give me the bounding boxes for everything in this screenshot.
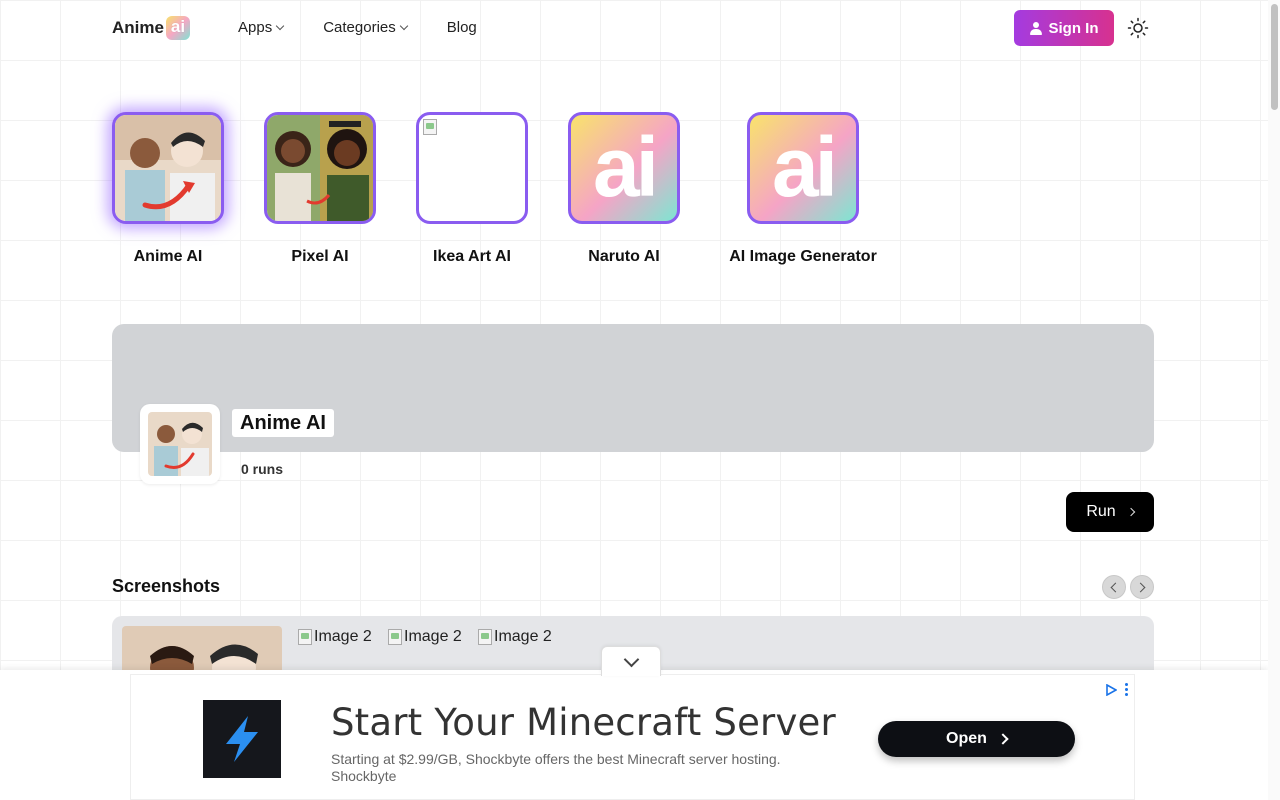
image-alt-text: Image 2 xyxy=(404,628,462,645)
ad-choices[interactable] xyxy=(1105,683,1128,696)
broken-image-icon xyxy=(423,119,437,135)
nav-categories-label: Categories xyxy=(323,19,396,36)
app-thumbnail xyxy=(264,112,376,224)
site-logo[interactable]: Anime ai xyxy=(112,16,190,40)
ad-advertiser: Shockbyte xyxy=(331,768,397,784)
chevron-down-icon xyxy=(275,21,285,30)
hero-app-thumbnail xyxy=(140,404,220,484)
run-count: 0 runs xyxy=(241,461,284,477)
theme-toggle-button[interactable] xyxy=(1127,17,1149,39)
kebab-menu-icon xyxy=(1125,683,1128,696)
image-alt-text: Image 2 xyxy=(314,628,372,645)
scrollbar-thumb[interactable] xyxy=(1271,4,1278,110)
app-pixel-ai[interactable]: Pixel AI xyxy=(264,112,376,266)
nav-apps[interactable]: Apps xyxy=(238,19,285,36)
logo-badge: ai xyxy=(165,16,190,40)
broken-image-icon xyxy=(388,629,402,645)
site-header: Anime ai Apps Categories Blog Sign In xyxy=(0,0,1268,56)
broken-image-icon xyxy=(478,629,492,645)
screenshots-prev-button[interactable] xyxy=(1102,575,1126,599)
shockbyte-logo[interactable] xyxy=(203,700,281,778)
screenshot-image-broken[interactable]: Image 2 xyxy=(478,628,552,646)
ad-collapse-button[interactable] xyxy=(601,646,661,676)
app-label: Anime AI xyxy=(133,248,203,265)
ad-headline[interactable]: Start Your Minecraft Server xyxy=(331,701,836,744)
app-label: Pixel AI xyxy=(291,248,349,265)
nav-blog[interactable]: Blog xyxy=(447,19,477,36)
nav-blog-label: Blog xyxy=(446,19,477,36)
chevron-down-icon xyxy=(399,21,408,30)
sun-icon xyxy=(1127,17,1149,39)
app-label: AI Image Generator xyxy=(729,248,877,265)
page-scrollbar[interactable] xyxy=(1268,0,1280,800)
app-ai-image-generator[interactable]: ai AI Image Generator xyxy=(728,112,878,266)
ad-description: Starting at $2.99/GB, Shockbyte offers t… xyxy=(331,751,781,767)
screenshot-image-broken[interactable]: Image 2 xyxy=(388,628,462,646)
app-label: Naruto AI xyxy=(588,248,660,265)
ad-open-button[interactable]: Open xyxy=(878,721,1075,757)
app-thumbnail xyxy=(112,112,224,224)
screenshots-next-button[interactable] xyxy=(1130,575,1154,599)
app-ikea-art-ai[interactable]: Ikea Art AI xyxy=(416,112,528,266)
run-button[interactable]: Run xyxy=(1066,492,1154,532)
screenshot-image-broken[interactable]: Image 2 xyxy=(298,628,372,646)
app-thumbnail-ai-logo: ai xyxy=(747,112,859,224)
chevron-right-icon xyxy=(1126,507,1135,517)
nav-apps-label: Apps xyxy=(238,19,273,36)
broken-image-icon xyxy=(298,629,312,645)
sign-in-button[interactable]: Sign In xyxy=(1014,10,1114,46)
sign-in-label: Sign In xyxy=(1048,19,1099,37)
app-naruto-ai[interactable]: ai Naruto AI xyxy=(568,112,680,266)
lightning-bolt-icon xyxy=(226,716,258,762)
app-anime-ai[interactable]: Anime AI xyxy=(112,112,224,266)
hero-title: Anime AI xyxy=(232,409,334,437)
app-label: Ikea Art AI xyxy=(433,248,511,265)
app-picker: Anime AI Pixel AI Ikea Art AI ai Naruto … xyxy=(0,112,1268,272)
app-thumbnail-ai-logo: ai xyxy=(568,112,680,224)
adchoices-icon xyxy=(1106,683,1117,696)
ai-logo-text: ai xyxy=(592,120,659,214)
app-thumbnail-broken xyxy=(416,112,528,224)
ai-logo-text: ai xyxy=(771,120,838,214)
screenshots-heading: Screenshots xyxy=(112,576,221,596)
ad-open-label: Open xyxy=(946,730,987,747)
ad-content[interactable]: Start Your Minecraft Server Starting at … xyxy=(130,674,1135,800)
chevron-right-icon xyxy=(997,733,1009,745)
ad-banner: Start Your Minecraft Server Starting at … xyxy=(0,670,1268,800)
logo-text: Anime xyxy=(112,18,164,37)
nav-categories[interactable]: Categories xyxy=(323,19,408,36)
user-icon xyxy=(1029,21,1042,35)
run-label: Run xyxy=(1086,503,1116,520)
image-alt-text: Image 2 xyxy=(494,628,552,645)
main-nav: Apps Categories Blog xyxy=(238,19,477,36)
